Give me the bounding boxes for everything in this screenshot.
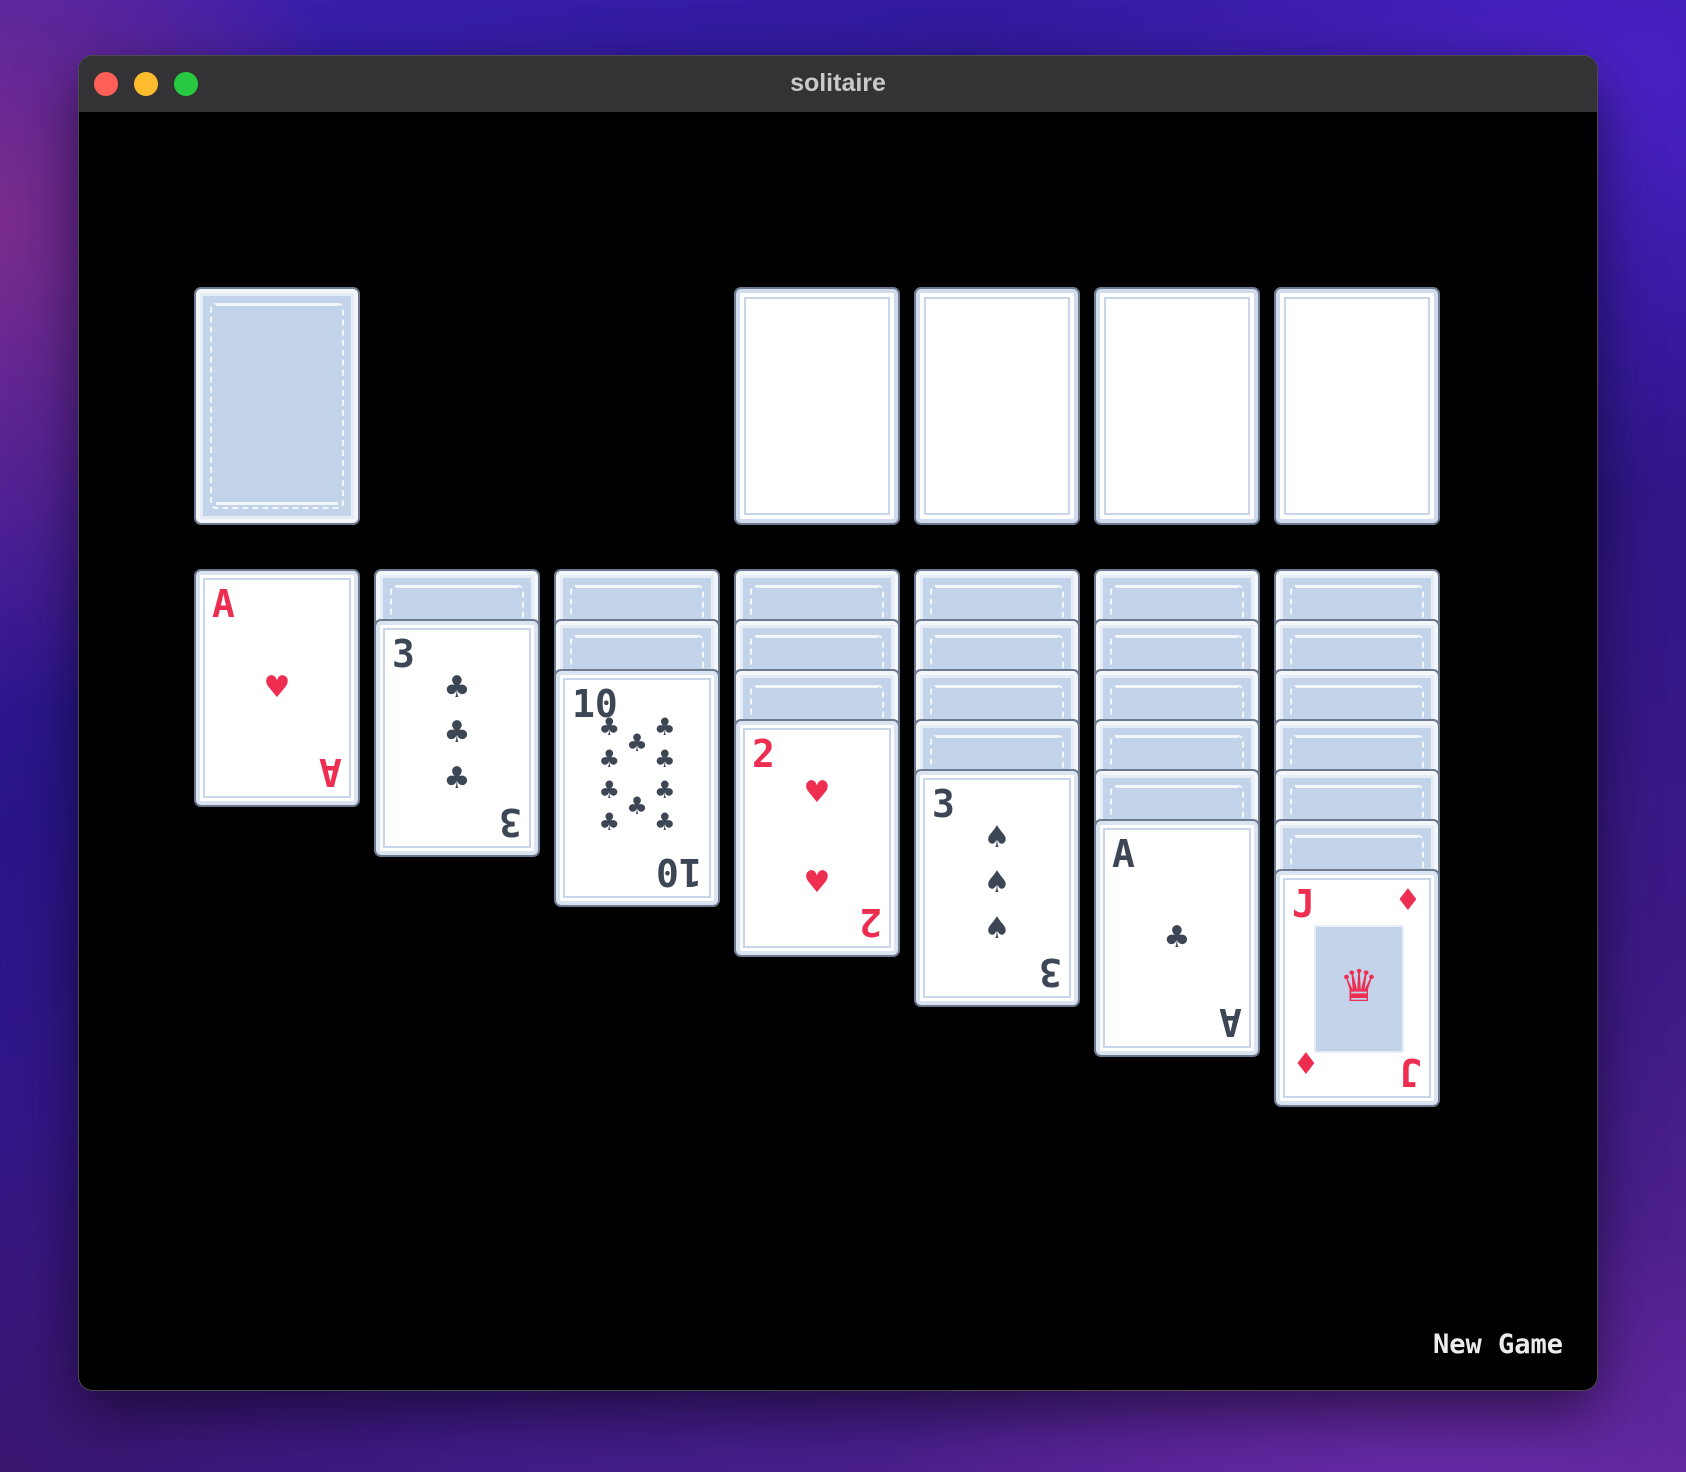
club-icon: ♣ [626,728,648,757]
tableau-card-3-of-spades[interactable]: 3 3 ♠ ♠ ♠ [916,771,1078,1005]
card-back-ornament [216,303,338,328]
new-game-button[interactable]: New Game [1433,1329,1563,1360]
card-rank-inverted: 3 [499,800,522,844]
card-back-ornament [1296,785,1418,810]
diamond-icon: ♦ [1394,883,1422,918]
title-bar[interactable]: solitaire [79,56,1597,113]
foundation-1[interactable] [736,289,898,523]
card-back-ornament [1116,585,1238,610]
card-rank: A [212,582,235,626]
app-window: solitaire New Game A A ♥ 3 3 ♣ ♣ ♣ 10 10 ♣ ♣ ♣ ♣ ♣ ♣ ♣ ♣ ♣… [79,56,1597,1390]
club-icon: ♣ [598,712,621,741]
card-back-ornament [1296,835,1418,860]
card-rank-inverted: 2 [859,900,882,944]
club-icon: ♣ [598,807,621,836]
card-back-ornament [216,480,338,505]
spade-icon: ♠ [983,910,1011,946]
club-icon: ♣ [443,760,471,796]
club-icon: ♣ [653,807,676,836]
card-back-ornament [1116,685,1238,710]
heart-icon: ♥ [263,670,291,705]
window-title: solitaire [790,69,886,97]
card-back-ornament [1116,735,1238,760]
card-rank: 3 [392,632,415,676]
card-back-ornament [1296,585,1418,610]
tableau-card-a-of-clubs[interactable]: A A ♣ [1096,821,1258,1055]
spade-icon: ♠ [983,820,1011,856]
foundation-3[interactable] [1096,289,1258,523]
stock-pile[interactable] [196,289,358,523]
card-back-ornament [936,685,1058,710]
card-back-ornament [576,635,698,660]
card-back-ornament [1296,685,1418,710]
card-back-ornament [756,635,878,660]
game-table: New Game A A ♥ 3 3 ♣ ♣ ♣ 10 10 ♣ ♣ ♣ ♣ ♣ ♣ ♣ ♣ ♣ ♣ 2 2 ♥ ♥ 3 3 ♠ ♠ ♠… [79,112,1597,1390]
club-icon: ♣ [443,715,471,751]
foundation-2[interactable] [916,289,1078,523]
card-back-ornament [756,685,878,710]
foundation-4[interactable] [1276,289,1438,523]
tableau-card-3-of-clubs[interactable]: 3 3 ♣ ♣ ♣ [376,621,538,855]
club-icon: ♣ [653,712,676,741]
card-back-ornament [1116,635,1238,660]
card-rank: 3 [932,782,955,826]
tableau-card-j-of-diamonds[interactable]: J J ♦ ♦ ♛ [1276,871,1438,1105]
club-icon: ♣ [626,792,648,821]
heart-icon: ♥ [803,774,831,810]
card-back-ornament [756,585,878,610]
crown-icon: ♛ [1339,961,1379,1012]
card-rank-inverted: 10 [656,850,702,894]
tableau-card-10-of-clubs[interactable]: 10 10 ♣ ♣ ♣ ♣ ♣ ♣ ♣ ♣ ♣ ♣ [556,671,718,905]
card-rank: 2 [752,732,775,776]
heart-icon: ♥ [803,865,831,901]
tableau-card-a-of-hearts[interactable]: A A ♥ [196,571,358,805]
card-back-pattern [210,303,344,509]
club-icon: ♣ [653,744,676,773]
spade-icon: ♠ [983,865,1011,901]
club-icon: ♣ [1163,920,1191,955]
card-back-ornament [576,585,698,610]
club-icon: ♣ [598,776,621,805]
club-icon: ♣ [598,744,621,773]
card-rank: A [1112,832,1135,876]
card-rank-inverted: A [1219,1000,1242,1044]
club-icon: ♣ [653,776,676,805]
card-back-ornament [1296,735,1418,760]
card-back-ornament [936,585,1058,610]
card-rank-inverted: J [1399,1050,1422,1094]
card-rank-inverted: 3 [1039,950,1062,994]
card-back-ornament [936,735,1058,760]
card-back-ornament [936,635,1058,660]
club-icon: ♣ [443,670,471,706]
card-back-ornament [396,585,518,610]
face-card-portrait: ♛ [1314,925,1404,1053]
tableau-card-2-of-hearts[interactable]: 2 2 ♥ ♥ [736,721,898,955]
card-rank: J [1292,882,1315,926]
diamond-icon: ♦ [1292,1047,1320,1082]
card-rank-inverted: A [319,750,342,794]
card-back-ornament [1116,785,1238,810]
card-back-ornament [1296,635,1418,660]
